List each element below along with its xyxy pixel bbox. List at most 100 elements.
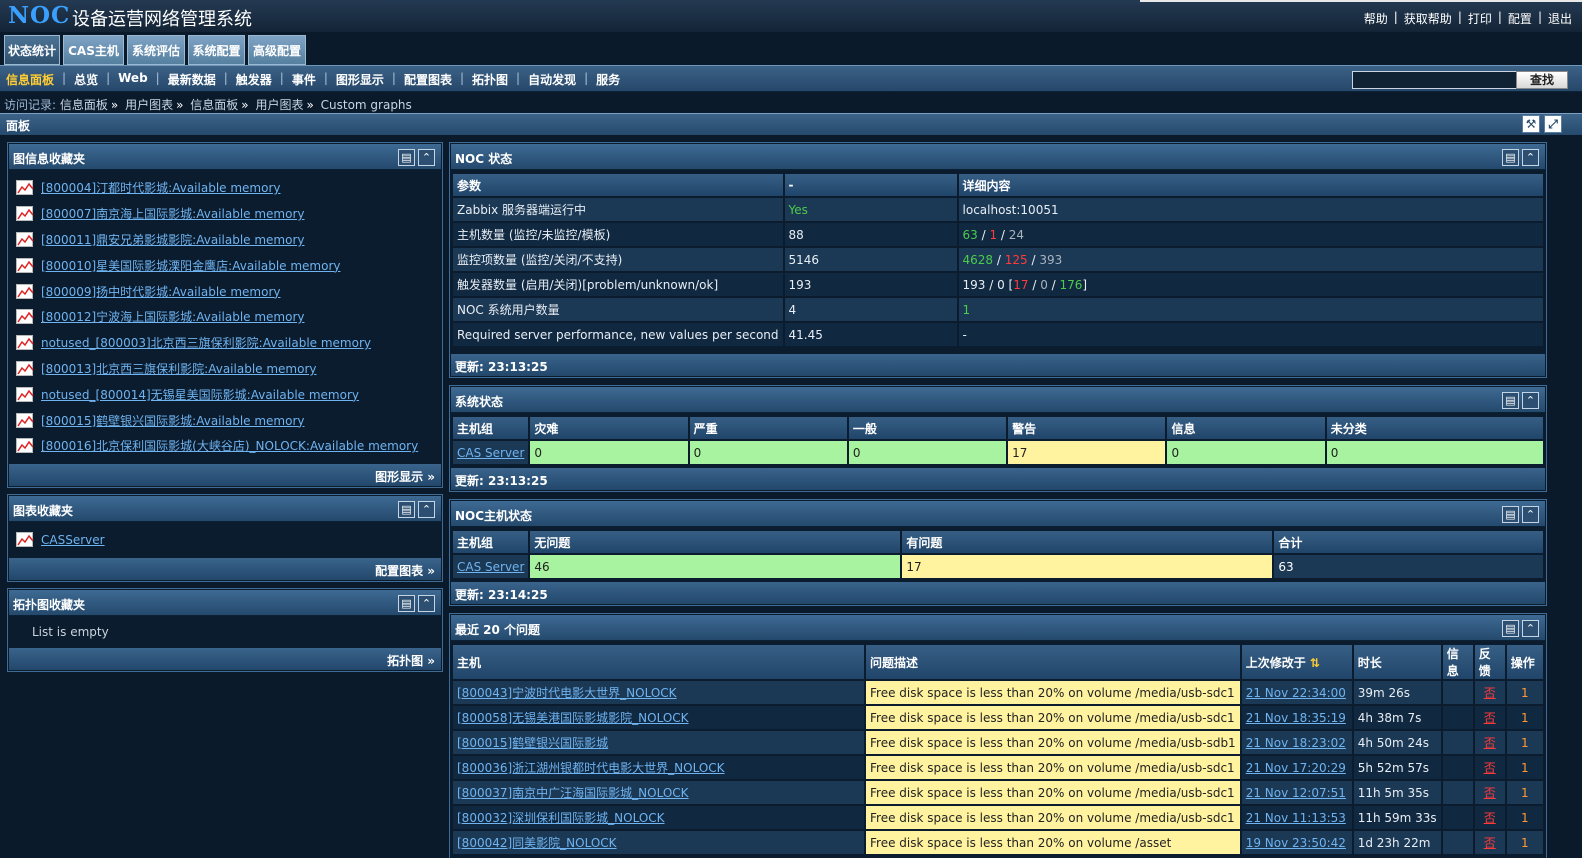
actions-count[interactable]: 1 (1506, 831, 1543, 854)
link-profile[interactable]: 配置 (1508, 10, 1532, 27)
breadcrumb-item[interactable]: 信息面板 (60, 98, 108, 112)
ack-link[interactable]: 否 (1474, 831, 1505, 854)
collapse-icon[interactable]: ⌃ (418, 149, 435, 166)
issue-description[interactable]: Free disk space is less than 20% on volu… (866, 806, 1240, 829)
nav-dashboard[interactable]: 信息面板 (6, 71, 54, 88)
last-change-link[interactable]: 21 Nov 22:34:00 (1241, 681, 1352, 704)
issue-description[interactable]: Free disk space is less than 20% on volu… (866, 706, 1240, 729)
host-link[interactable]: [800058]无锡美港国际影城影院_NOLOCK (453, 706, 864, 729)
nav-overview[interactable]: 总览 (74, 71, 98, 88)
host-link[interactable]: [800037]南京中广汪海国际影城_NOLOCK (453, 781, 864, 804)
search-input[interactable] (1352, 71, 1517, 89)
nav-screens[interactable]: 配置图表 (404, 71, 452, 88)
graphs-link[interactable]: 图形显示 » (375, 468, 435, 485)
menu-icon[interactable]: ▤ (398, 149, 415, 166)
fullscreen-icon[interactable]: ⤢ (1544, 115, 1562, 133)
nav-latest-data[interactable]: 最新数据 (168, 71, 216, 88)
ack-link[interactable]: 否 (1474, 706, 1505, 729)
host-link[interactable]: [800015]鹤壁银兴国际影城 (453, 731, 864, 754)
ack-link[interactable]: 否 (1474, 806, 1505, 829)
collapse-icon[interactable]: ⌃ (1522, 392, 1539, 409)
favorite-link[interactable]: [800015]鹤壁银兴国际影城:Available memory (41, 412, 305, 429)
last-change-link[interactable]: 21 Nov 18:35:19 (1241, 706, 1352, 729)
tab-administration[interactable]: 高级配置 (248, 35, 306, 65)
ack-link[interactable]: 否 (1474, 756, 1505, 779)
nav-services[interactable]: 服务 (596, 71, 620, 88)
last-change-link[interactable]: 21 Nov 11:13:53 (1241, 806, 1352, 829)
host-group-link[interactable]: CAS Server (453, 441, 529, 464)
menu-icon[interactable]: ▤ (1502, 392, 1519, 409)
collapse-icon[interactable]: ⌃ (1522, 620, 1539, 637)
favorite-link[interactable]: CASServer (41, 533, 105, 547)
issue-description[interactable]: Free disk space is less than 20% on volu… (866, 731, 1240, 754)
menu-icon[interactable]: ▤ (398, 501, 415, 518)
favorite-link[interactable]: [800009]扬中时代影城:Available memory (41, 283, 281, 300)
actions-count[interactable]: 1 (1506, 731, 1543, 754)
menu-icon[interactable]: ▤ (1502, 620, 1519, 637)
hosts-problem[interactable]: 17 (902, 555, 1273, 578)
link-logout[interactable]: 退出 (1548, 10, 1572, 27)
actions-count[interactable]: 1 (1506, 756, 1543, 779)
nav-events[interactable]: 事件 (292, 71, 316, 88)
menu-icon[interactable]: ▤ (1502, 506, 1519, 523)
ack-link[interactable]: 否 (1474, 681, 1505, 704)
breadcrumb-item[interactable]: 信息面板 (190, 98, 238, 112)
screens-link[interactable]: 配置图表 » (375, 562, 435, 579)
logo[interactable]: NOC (8, 2, 70, 29)
breadcrumb-item[interactable]: Custom graphs (321, 98, 412, 112)
severity-info[interactable]: 0 (1167, 441, 1325, 464)
tab-reports[interactable]: 系统评估 (127, 35, 185, 65)
tab-configuration[interactable]: 系统配置 (188, 35, 245, 65)
nav-web[interactable]: Web (118, 71, 148, 88)
actions-count[interactable]: 1 (1506, 681, 1543, 704)
nav-discovery[interactable]: 自动发现 (528, 71, 576, 88)
favorite-link[interactable]: notused_[800003]北京西三旗保利影院:Available memo… (41, 334, 371, 351)
severity-average[interactable]: 0 (848, 441, 1007, 464)
nav-maps[interactable]: 拓扑图 (472, 71, 508, 88)
actions-count[interactable]: 1 (1506, 706, 1543, 729)
breadcrumb-item[interactable]: 用户图表 (125, 98, 173, 112)
severity-unclassified[interactable]: 0 (1326, 441, 1543, 464)
breadcrumb-item[interactable]: 用户图表 (255, 98, 303, 112)
favorite-link[interactable]: [800004]汀都时代影城:Available memory (41, 179, 281, 196)
favorite-link[interactable]: [800007]南京海上国际影城:Available memory (41, 205, 305, 222)
collapse-icon[interactable]: ⌃ (1522, 149, 1539, 166)
severity-high[interactable]: 0 (689, 441, 847, 464)
favorite-link[interactable]: [800016]北京保利国际影城(大峡谷店)_NOLOCK:Available … (41, 437, 418, 454)
ack-link[interactable]: 否 (1474, 731, 1505, 754)
tab-cas-hosts[interactable]: CAS主机 (63, 35, 124, 65)
menu-icon[interactable]: ▤ (1502, 149, 1519, 166)
nav-graphs[interactable]: 图形显示 (336, 71, 384, 88)
maps-link[interactable]: 拓扑图 » (387, 652, 435, 669)
host-link[interactable]: [800032]深圳保利国际影城_NOLOCK (453, 806, 864, 829)
hosts-ok[interactable]: 46 (530, 555, 901, 578)
column-header-sortable[interactable]: 上次修改于 ⇅ (1241, 645, 1352, 679)
last-change-link[interactable]: 21 Nov 17:20:29 (1241, 756, 1352, 779)
favorite-link[interactable]: [800013]北京西三旗保利影院:Available memory (41, 360, 317, 377)
issue-description[interactable]: Free disk space is less than 20% on volu… (866, 831, 1240, 854)
host-link[interactable]: [800042]同美影院_NOLOCK (453, 831, 864, 854)
favorite-link[interactable]: [800012]宁波海上国际影城:Available memory (41, 308, 305, 325)
favorite-link[interactable]: notused_[800014]无锡星美国际影城:Available memor… (41, 386, 359, 403)
severity-warning[interactable]: 17 (1008, 441, 1166, 464)
host-group-link[interactable]: CAS Server (453, 555, 529, 578)
collapse-icon[interactable]: ⌃ (1522, 506, 1539, 523)
actions-count[interactable]: 1 (1506, 806, 1543, 829)
severity-disaster[interactable]: 0 (530, 441, 688, 464)
issue-description[interactable]: Free disk space is less than 20% on volu… (866, 756, 1240, 779)
host-link[interactable]: [800043]宁波时代电影大世界_NOLOCK (453, 681, 864, 704)
wrench-icon[interactable]: ⚒ (1522, 115, 1540, 133)
last-change-link[interactable]: 19 Nov 23:50:42 (1241, 831, 1352, 854)
host-link[interactable]: [800036]浙江湖州银都时代电影大世界_NOLOCK (453, 756, 864, 779)
nav-triggers[interactable]: 触发器 (236, 71, 272, 88)
collapse-icon[interactable]: ⌃ (418, 595, 435, 612)
last-change-link[interactable]: 21 Nov 18:23:02 (1241, 731, 1352, 754)
menu-icon[interactable]: ▤ (398, 595, 415, 612)
issue-description[interactable]: Free disk space is less than 20% on volu… (866, 781, 1240, 804)
favorite-link[interactable]: [800011]鼎安兄弟影城影院:Available memory (41, 231, 305, 248)
actions-count[interactable]: 1 (1506, 781, 1543, 804)
link-get-help[interactable]: 获取帮助 (1404, 10, 1452, 27)
link-help[interactable]: 帮助 (1364, 10, 1388, 27)
search-button[interactable]: 查找 (1516, 71, 1568, 89)
issue-description[interactable]: Free disk space is less than 20% on volu… (866, 681, 1240, 704)
